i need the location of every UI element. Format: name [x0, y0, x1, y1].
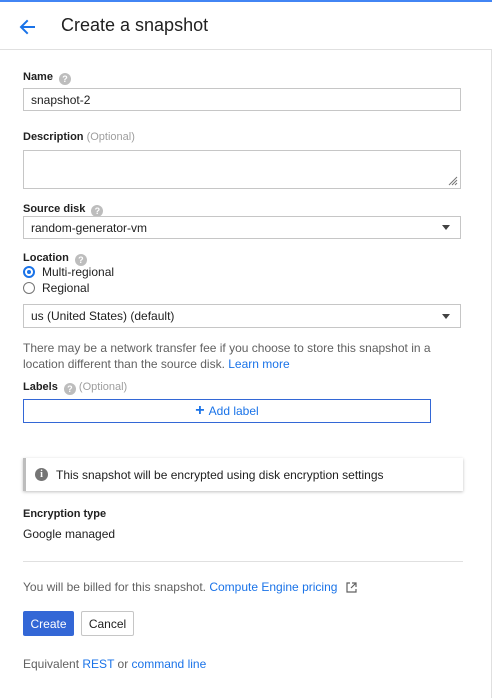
resize-handle-icon[interactable] — [448, 176, 458, 186]
labels-label: Labels — [23, 381, 58, 393]
equivalent-prefix: Equivalent — [23, 657, 80, 671]
labels-label-row: Labels? (Optional) — [23, 381, 127, 395]
location-note-text: There may be a network transfer fee if y… — [23, 341, 431, 371]
name-input[interactable] — [24, 89, 460, 110]
source-disk-value: random-generator-vm — [31, 220, 148, 235]
command-line-link[interactable]: command line — [132, 657, 207, 671]
location-label: Location — [23, 252, 69, 264]
billing-text: You will be billed for this snapshot. — [23, 580, 206, 594]
plus-icon: + — [195, 402, 205, 419]
external-link-icon[interactable] — [346, 581, 358, 593]
radio-button-selected[interactable] — [23, 266, 35, 278]
cancel-button[interactable]: Cancel — [81, 611, 134, 636]
create-button[interactable]: Create — [23, 611, 74, 636]
radio-button[interactable] — [23, 282, 35, 294]
header-bar: Create a snapshot — [0, 0, 492, 50]
back-button[interactable] — [14, 14, 40, 40]
add-label-button[interactable]: + Add label — [23, 399, 431, 423]
rest-link[interactable]: REST — [82, 657, 114, 671]
source-disk-label: Source disk — [23, 203, 86, 215]
location-label-row: Location? — [23, 252, 87, 266]
name-label-row: Name? — [23, 71, 71, 85]
help-icon[interactable]: ? — [58, 73, 71, 85]
optional-text: (Optional) — [86, 131, 135, 143]
arrow-back-icon — [19, 19, 35, 35]
radio-label: Regional — [42, 281, 90, 295]
name-field[interactable] — [23, 88, 461, 111]
billing-note: You will be billed for this snapshot. Co… — [23, 580, 358, 594]
add-label-text: Add label — [208, 404, 259, 418]
radio-multi-regional[interactable]: Multi-regional — [23, 265, 114, 279]
divider — [23, 561, 463, 562]
location-note: There may be a network transfer fee if y… — [23, 340, 453, 372]
dropdown-arrow-icon — [442, 225, 450, 230]
radio-regional[interactable]: Regional — [23, 281, 89, 295]
description-label: Description — [23, 131, 84, 143]
optional-text: (Optional) — [78, 381, 128, 393]
help-icon[interactable]: ? — [63, 383, 76, 395]
radio-label: Multi-regional — [42, 265, 115, 279]
page-title: Create a snapshot — [61, 15, 209, 35]
location-select[interactable]: us (United States) (default) — [23, 304, 461, 328]
location-value: us (United States) (default) — [31, 309, 175, 323]
equivalent-or: or — [117, 657, 129, 671]
info-icon: i — [35, 468, 48, 481]
compute-engine-pricing-link[interactable]: Compute Engine pricing — [209, 580, 337, 594]
description-field[interactable] — [23, 150, 461, 189]
encryption-type-label: Encryption type — [23, 508, 107, 520]
encryption-info-box: i This snapshot will be encrypted using … — [23, 458, 463, 491]
encryption-notice-text: This snapshot will be encrypted using di… — [56, 467, 384, 482]
source-disk-label-row: Source disk? — [23, 203, 104, 217]
dropdown-arrow-icon — [442, 313, 450, 319]
name-label: Name — [23, 71, 53, 83]
learn-more-link[interactable]: Learn more — [228, 357, 289, 371]
encryption-type-value: Google managed — [23, 527, 116, 541]
description-label-row: Description (Optional) — [23, 131, 135, 143]
equivalent-row: Equivalent REST or command line — [23, 657, 206, 671]
source-disk-select[interactable]: random-generator-vm — [23, 216, 461, 239]
